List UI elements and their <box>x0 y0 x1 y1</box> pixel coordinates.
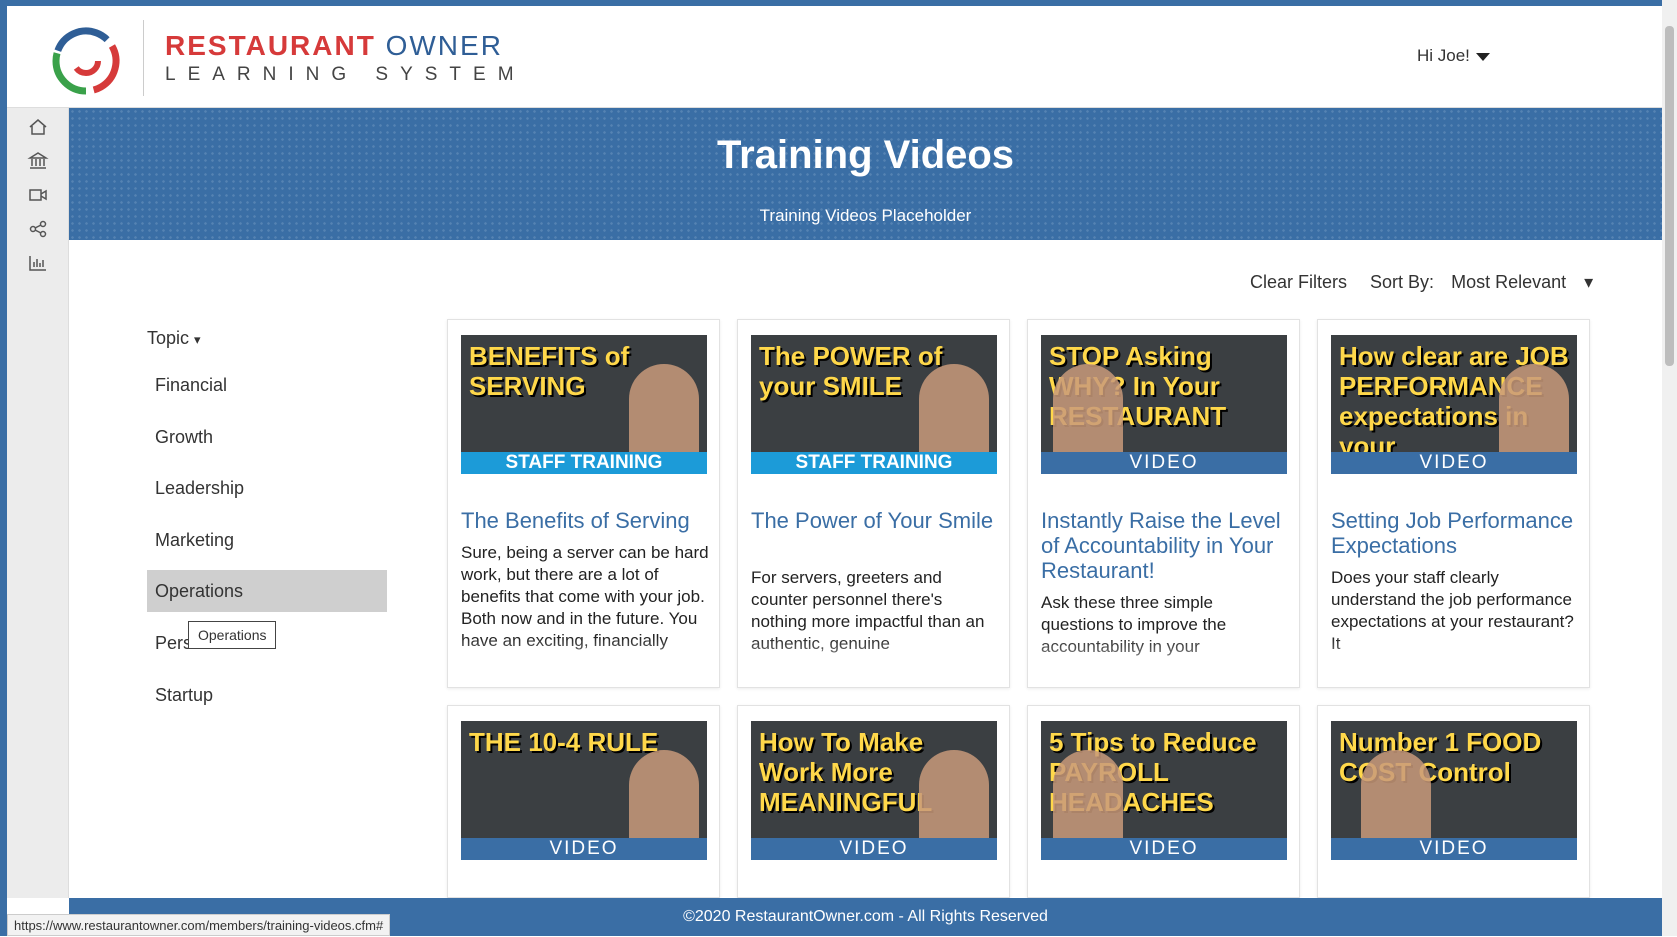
sort-label: Sort By: <box>1370 272 1435 292</box>
thumbnail-ribbon: STAFF TRAINING <box>751 452 997 474</box>
home-icon[interactable] <box>27 116 49 138</box>
brand-word-owner: OWNER <box>385 30 503 61</box>
topic-item-growth[interactable]: Growth <box>147 416 387 458</box>
video-icon[interactable] <box>27 184 49 206</box>
page-scrollbar[interactable] <box>1662 0 1677 936</box>
topic-item-startup[interactable]: Startup <box>147 674 387 716</box>
topic-heading: Topic <box>147 328 190 348</box>
chart-icon[interactable] <box>27 252 49 274</box>
thumbnail-ribbon: VIDEO <box>1041 838 1287 860</box>
logo-divider <box>143 20 144 96</box>
text-fade <box>1028 637 1299 687</box>
thumbnail-ribbon: VIDEO <box>1331 452 1577 474</box>
thumbnail-ribbon: VIDEO <box>1331 838 1577 860</box>
tooltip: Operations <box>188 621 277 649</box>
card-title[interactable]: The Power of Your Smile <box>751 508 999 533</box>
video-card[interactable]: The POWER of your SMILE STAFF TRAINING T… <box>737 319 1010 688</box>
brand-word-restaurant: RESTAURANT <box>165 30 376 61</box>
share-icon[interactable] <box>27 218 49 240</box>
browser-status-url: https://www.restaurantowner.com/members/… <box>7 914 391 936</box>
caret-down-icon: ▾ <box>194 332 201 347</box>
video-card[interactable]: Number 1 FOOD COST Control VIDEO <box>1317 705 1590 898</box>
brand-title: RESTAURANT OWNER <box>165 30 503 62</box>
sort-value: Most Relevant <box>1451 272 1567 292</box>
video-thumbnail[interactable]: STOP Asking WHY? In Your RESTAURANT VIDE… <box>1041 335 1287 474</box>
video-thumbnail[interactable]: Number 1 FOOD COST Control VIDEO <box>1331 721 1577 860</box>
scrollbar-thumb[interactable] <box>1665 26 1674 366</box>
sidebar-icon-rail <box>7 108 69 898</box>
video-thumbnail[interactable]: The POWER of your SMILE STAFF TRAINING <box>751 335 997 474</box>
thumbnail-ribbon: VIDEO <box>461 838 707 860</box>
topic-item-operations[interactable]: Operations <box>147 570 387 612</box>
video-card[interactable]: 5 Tips to Reduce PAYROLL HEADACHES VIDEO <box>1027 705 1300 898</box>
video-card[interactable]: BENEFITS of SERVING STAFF TRAINING The B… <box>447 319 720 688</box>
card-title[interactable]: The Benefits of Serving <box>461 508 709 533</box>
user-greeting: Hi Joe! <box>1417 46 1470 65</box>
video-thumbnail[interactable]: How clear are JOB PERFORMANCE expectatio… <box>1331 335 1577 474</box>
topic-item-marketing[interactable]: Marketing <box>147 519 387 561</box>
restaurant-owner-logo[interactable] <box>43 18 129 104</box>
site-header: RESTAURANT OWNER LEARNING SYSTEM Hi Joe! <box>7 6 1662 108</box>
topic-filter-toggle[interactable]: Topic ▾ <box>147 328 201 349</box>
page-title: Training Videos <box>716 133 1015 177</box>
card-title[interactable]: Setting Job Performance Expectations <box>1331 508 1579 558</box>
brand-subtitle: LEARNING SYSTEM <box>165 64 526 85</box>
text-fade <box>448 637 719 687</box>
sort-dropdown[interactable]: Most Relevant ▾ <box>1451 272 1593 292</box>
page-subtitle: Training Videos Placeholder <box>759 206 972 225</box>
thumbnail-ribbon: VIDEO <box>1041 452 1287 474</box>
video-thumbnail[interactable]: 5 Tips to Reduce PAYROLL HEADACHES VIDEO <box>1041 721 1287 860</box>
chevron-down-icon <box>1475 52 1490 61</box>
browser-viewport: RESTAURANT OWNER LEARNING SYSTEM Hi Joe!… <box>0 0 1677 936</box>
user-menu[interactable]: Hi Joe! <box>1417 46 1490 66</box>
video-card[interactable]: How To Make Work More MEANINGFUL VIDEO <box>737 705 1010 898</box>
thumbnail-ribbon: STAFF TRAINING <box>461 452 707 474</box>
institution-icon[interactable] <box>27 150 49 172</box>
card-title[interactable]: Instantly Raise the Level of Accountabil… <box>1041 508 1289 583</box>
video-thumbnail[interactable]: BENEFITS of SERVING STAFF TRAINING <box>461 335 707 474</box>
topic-item-leadership[interactable]: Leadership <box>147 467 387 509</box>
page-banner: Training Videos Training Videos Placehol… <box>69 108 1662 240</box>
text-fade <box>738 637 1009 687</box>
clear-filters-link[interactable]: Clear Filters <box>1250 272 1347 292</box>
filter-bar: Clear Filters Sort By: Most Relevant ▾ <box>1250 272 1611 293</box>
video-thumbnail[interactable]: THE 10-4 RULE VIDEO <box>461 721 707 860</box>
card-description: Sure, being a server can be hard work, b… <box>461 543 709 650</box>
topic-item-financial[interactable]: Financial <box>147 364 387 406</box>
video-card[interactable]: How clear are JOB PERFORMANCE expectatio… <box>1317 319 1590 688</box>
window-left-border <box>0 0 7 936</box>
thumbnail-ribbon: VIDEO <box>751 838 997 860</box>
text-fade <box>1318 637 1589 687</box>
video-card[interactable]: STOP Asking WHY? In Your RESTAURANT VIDE… <box>1027 319 1300 688</box>
video-card[interactable]: THE 10-4 RULE VIDEO <box>447 705 720 898</box>
video-thumbnail[interactable]: How To Make Work More MEANINGFUL VIDEO <box>751 721 997 860</box>
